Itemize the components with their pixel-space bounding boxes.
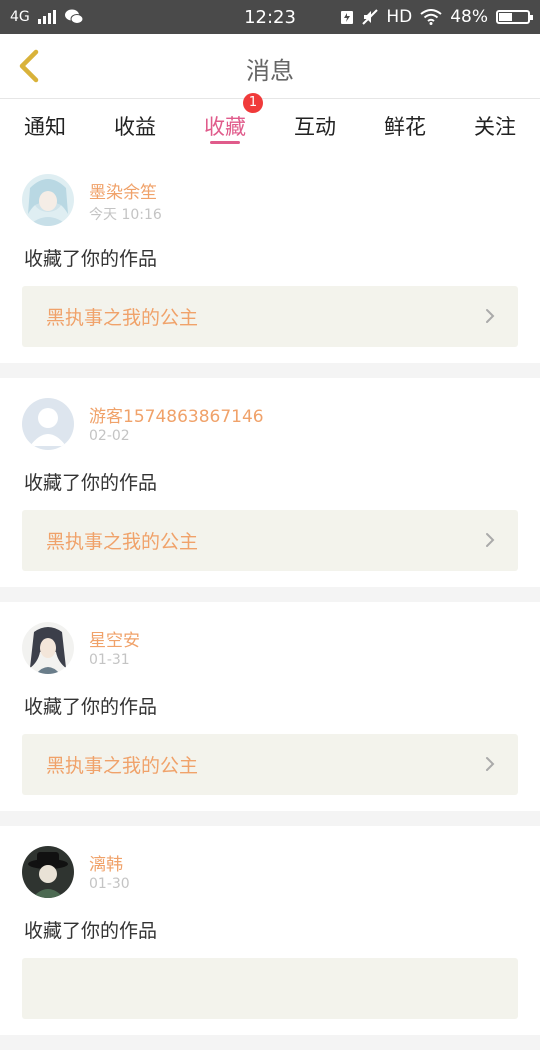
tab-label: 通知 [24,115,66,139]
avatar-default-user-icon[interactable] [22,398,74,450]
tab-interaction[interactable]: 互动 [270,99,360,154]
tab-label: 收藏 [204,115,246,139]
chevron-right-icon [486,533,495,547]
avatar-hat-figure-icon[interactable] [22,846,74,898]
hd-label: HD [386,7,413,27]
message-list: 墨染余笙 今天 10:16 收藏了你的作品 黑执事之我的公主 游客1574863… [0,154,540,1050]
work-title: 黑执事之我的公主 [46,531,199,553]
user-name[interactable]: 漓韩 [89,850,123,875]
message-text: 收藏了你的作品 [24,472,158,494]
work-link[interactable]: 黑执事之我的公主 [22,510,518,571]
avatar-anime-dark-hair-icon[interactable] [22,622,74,674]
message-time: 02-02 [89,428,130,444]
chevron-right-icon [486,757,495,771]
tab-earnings[interactable]: 收益 [90,99,180,154]
avatar-anime-girl-icon[interactable] [22,174,74,226]
message-time: 01-31 [89,652,130,668]
user-name[interactable]: 星空安 [89,626,140,651]
message-card: 星空安 01-31 收藏了你的作品 黑执事之我的公主 [0,602,540,811]
tab-label: 互动 [294,115,336,139]
message-card: 漓韩 01-30 收藏了你的作品 [0,826,540,1035]
message-text: 收藏了你的作品 [24,248,158,270]
message-time: 01-30 [89,876,130,892]
battery-fill [499,13,512,21]
message-card: 游客1574863867146 02-02 收藏了你的作品 黑执事之我的公主 [0,378,540,587]
battery-icon [496,10,533,24]
network-label: 4G [10,9,30,25]
user-name[interactable]: 墨染余笙 [89,178,157,203]
message-text: 收藏了你的作品 [24,696,158,718]
work-title: 黑执事之我的公主 [46,307,199,329]
battery-percent: 48% [450,7,488,27]
tab-label: 鲜花 [384,115,426,139]
chevron-right-icon [486,309,495,323]
wifi-icon [420,9,442,25]
message-time: 今天 10:16 [89,207,162,223]
wechat-icon [64,9,84,24]
unread-badge: 1 [243,93,263,113]
tab-bar: 通知 收益 收藏 1 互动 鲜花 关注 [0,93,540,154]
work-link[interactable]: 黑执事之我的公主 [22,286,518,347]
work-title: 黑执事之我的公主 [46,755,199,777]
user-name[interactable]: 游客1574863867146 [89,402,264,427]
mute-icon [362,9,379,25]
work-link[interactable] [22,958,518,1019]
active-tab-indicator [210,141,240,144]
tab-notice[interactable]: 通知 [0,99,90,154]
battery-saver-icon [341,11,354,24]
header: 消息 [0,34,540,99]
tab-label: 关注 [474,115,516,139]
message-text: 收藏了你的作品 [24,920,158,942]
tab-flowers[interactable]: 鲜花 [360,99,450,154]
status-left: 4G [10,8,84,26]
tab-favorites[interactable]: 收藏 1 [180,93,270,154]
status-right: HD 48% [340,7,533,27]
tab-label: 收益 [114,115,156,139]
page-title: 消息 [246,57,294,85]
status-bar: 4G 12:23 HD 48% [0,0,540,34]
tab-follow[interactable]: 关注 [450,99,540,154]
work-link[interactable]: 黑执事之我的公主 [22,734,518,795]
message-card: 墨染余笙 今天 10:16 收藏了你的作品 黑执事之我的公主 [0,154,540,363]
signal-icon [37,10,56,24]
